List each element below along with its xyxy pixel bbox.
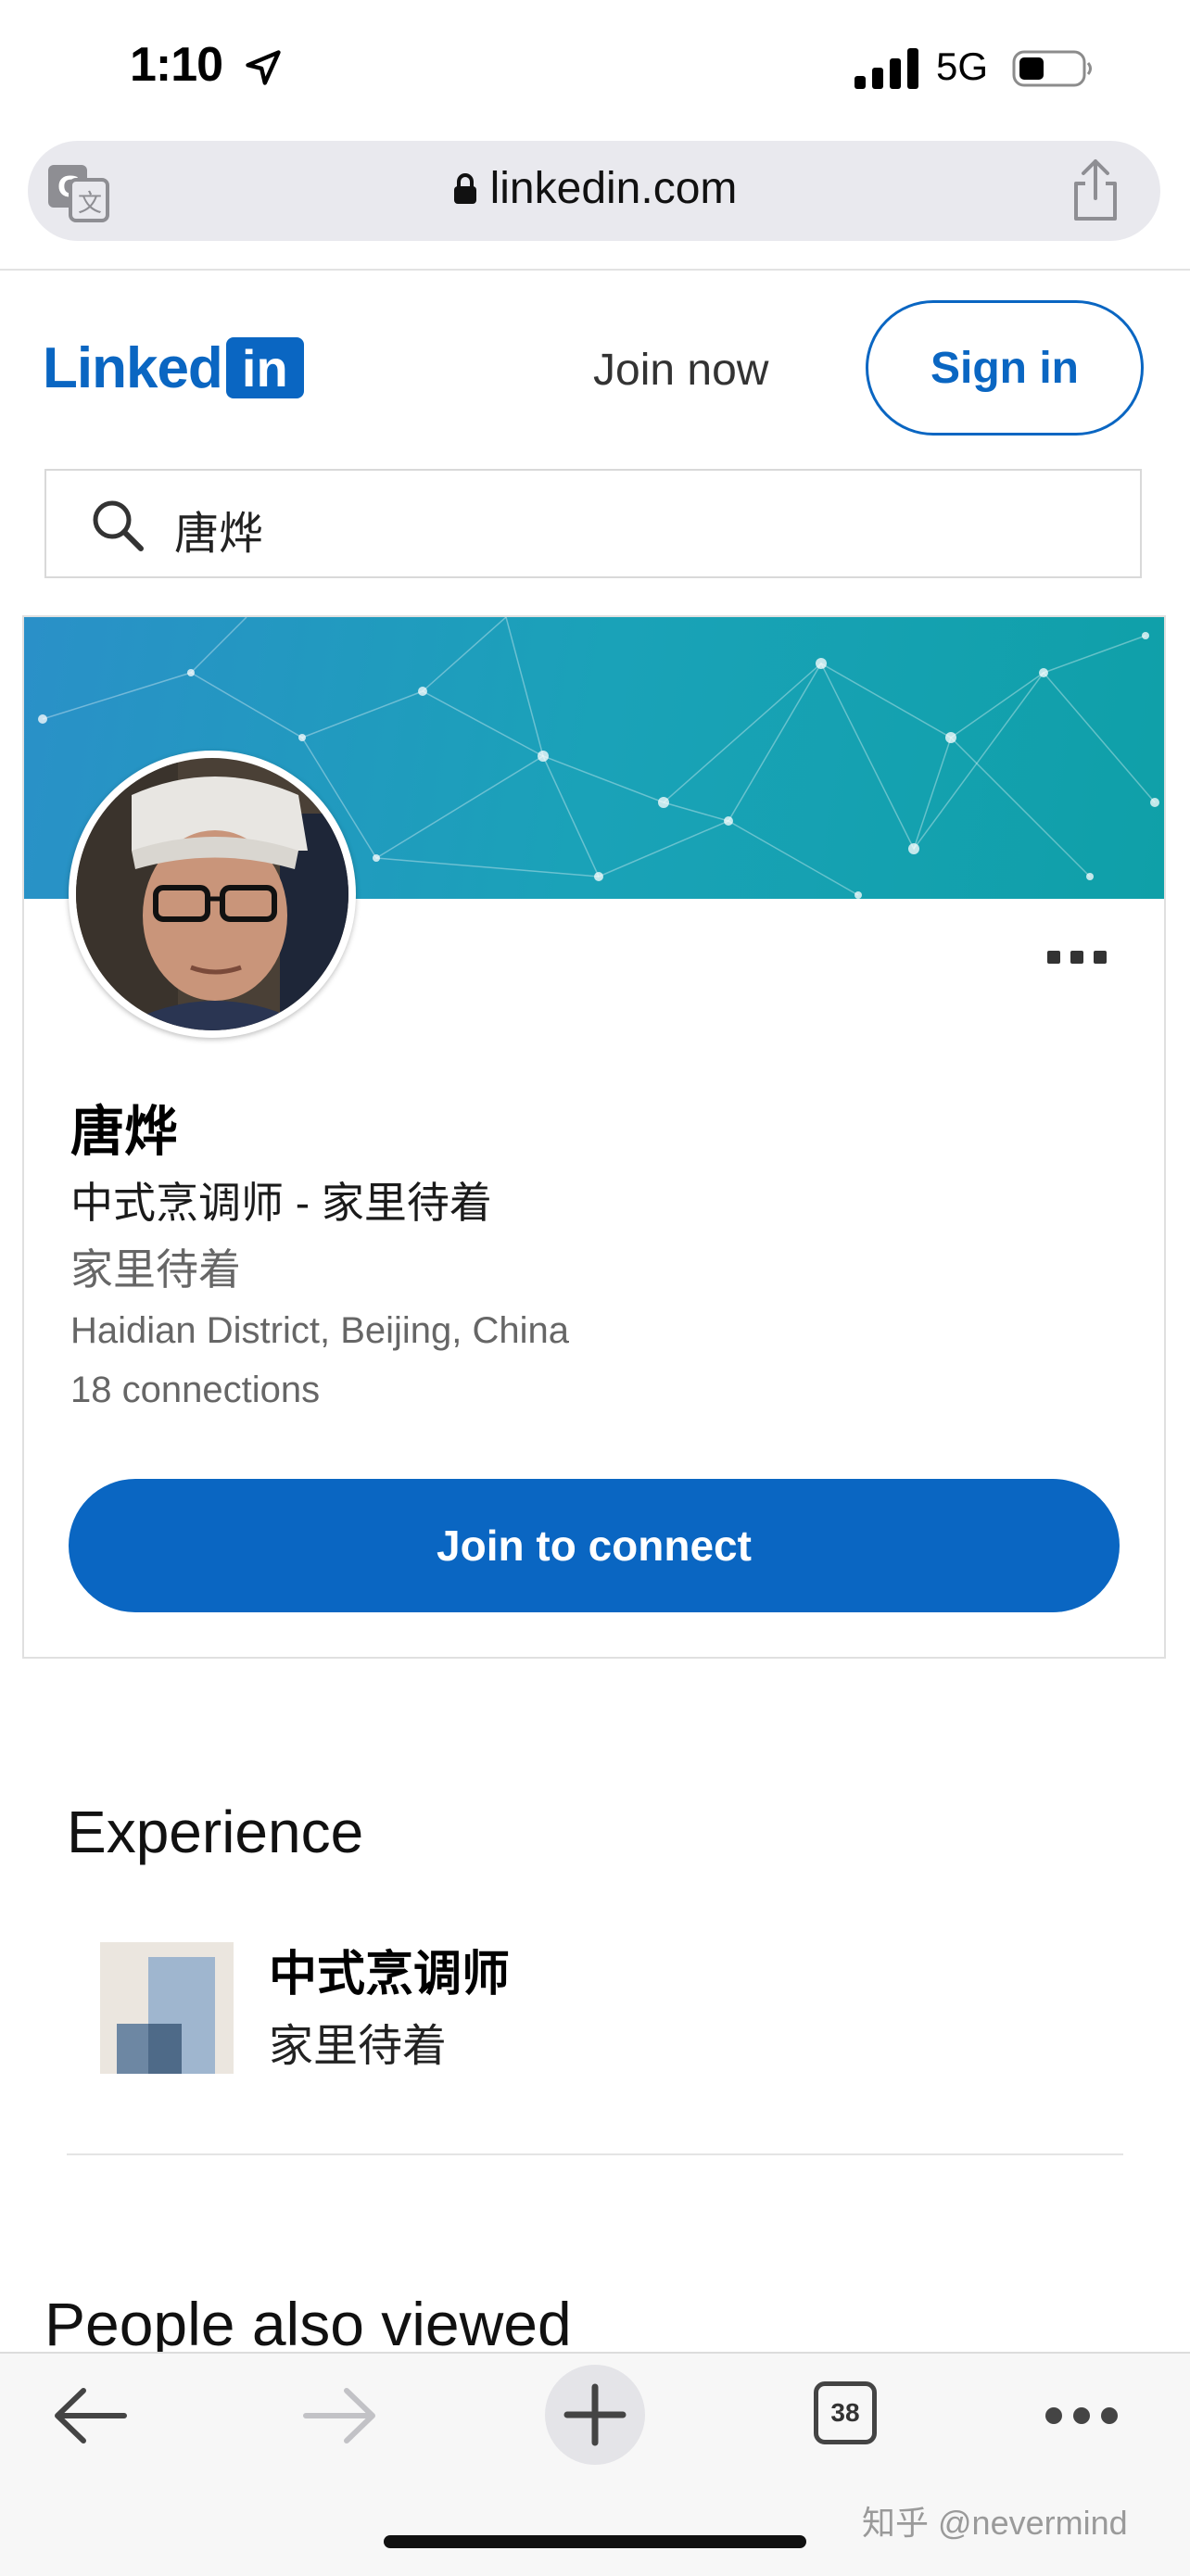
cellular-signal-icon bbox=[855, 48, 918, 89]
avatar-photo bbox=[76, 758, 348, 1030]
company-logo-placeholder-icon bbox=[100, 1942, 234, 2074]
search-input[interactable]: 唐烨 bbox=[174, 497, 263, 562]
section-divider bbox=[67, 2153, 1123, 2155]
linkedin-logo[interactable]: Linked in bbox=[43, 335, 304, 400]
join-now-link[interactable]: Join now bbox=[593, 345, 768, 396]
profile-avatar bbox=[69, 751, 356, 1038]
search-icon bbox=[93, 500, 144, 551]
experience-role[interactable]: 中式烹调师 bbox=[269, 1935, 510, 2004]
experience-heading: Experience bbox=[67, 1799, 364, 1865]
status-time-text: 1:10 bbox=[130, 38, 223, 92]
browser-divider bbox=[0, 269, 1190, 271]
plus-icon[interactable] bbox=[562, 2381, 628, 2448]
profile-name: 唐烨 bbox=[70, 1102, 179, 1162]
tab-switcher-button[interactable]: 38 bbox=[814, 2381, 877, 2444]
network-type: 5G bbox=[936, 44, 989, 88]
share-icon[interactable] bbox=[1070, 158, 1120, 222]
logo-text: Linked bbox=[43, 335, 223, 400]
watermark-text: 知乎 @nevermind bbox=[862, 2504, 1128, 2542]
back-arrow-icon[interactable] bbox=[52, 2385, 128, 2446]
experience-company[interactable]: 家里待着 bbox=[269, 2009, 447, 2074]
people-also-viewed-heading: People also viewed bbox=[44, 2290, 572, 2358]
url-text: linkedin.com bbox=[489, 164, 738, 213]
forward-arrow-icon[interactable] bbox=[302, 2385, 378, 2446]
url-display[interactable]: linkedin.com bbox=[0, 163, 1190, 214]
home-indicator[interactable] bbox=[384, 2535, 806, 2548]
status-time: 1:10 bbox=[130, 37, 284, 93]
profile-company: 家里待着 bbox=[70, 1245, 241, 1294]
more-menu-icon[interactable] bbox=[1044, 2406, 1120, 2426]
sign-in-button[interactable]: Sign in bbox=[866, 300, 1144, 436]
profile-headline: 中式烹调师 - 家里待着 bbox=[70, 1179, 492, 1227]
join-to-connect-button[interactable]: Join to connect bbox=[69, 1479, 1120, 1612]
logo-in-box: in bbox=[225, 337, 304, 398]
profile-location: Haidian District, Beijing, China bbox=[70, 1310, 570, 1351]
more-options-icon[interactable] bbox=[1047, 945, 1107, 969]
lock-icon bbox=[453, 173, 476, 204]
location-arrow-icon bbox=[245, 50, 281, 85]
battery-icon bbox=[1012, 50, 1092, 87]
profile-connections: 18 connections bbox=[70, 1370, 321, 1410]
